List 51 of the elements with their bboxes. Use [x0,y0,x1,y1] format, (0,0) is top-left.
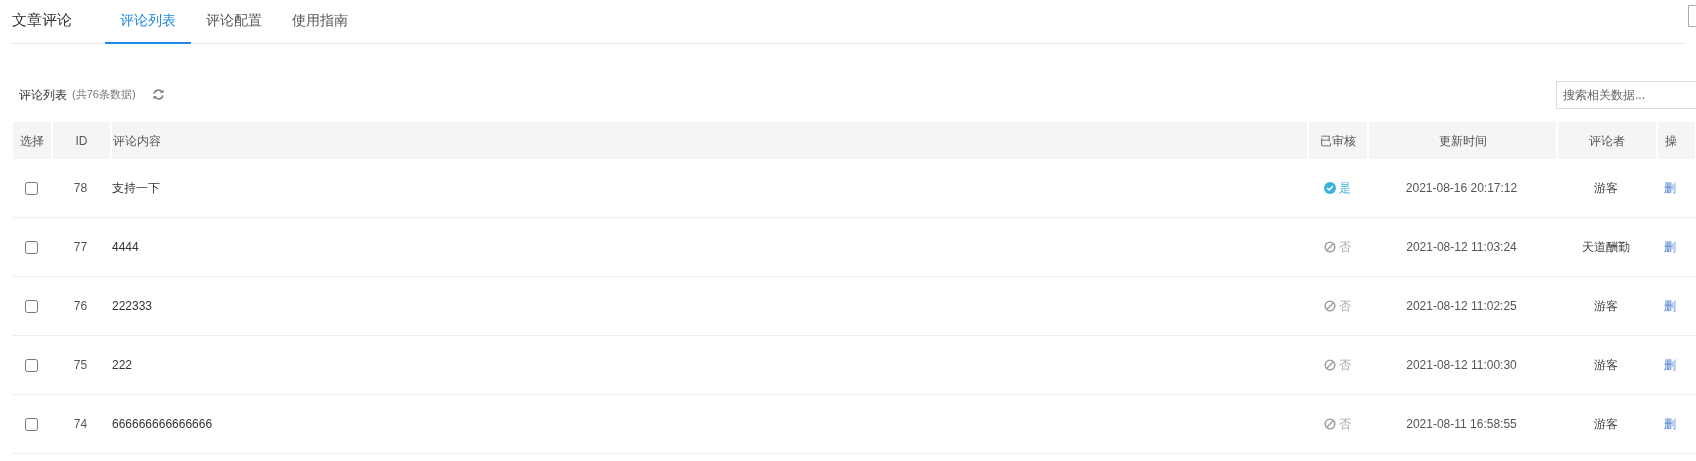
table-cell-text: 76 [73,298,88,315]
approval-status: 否 [1338,357,1351,374]
table-cell-text: 75 [73,357,88,374]
approval-status: 是 [1338,180,1351,197]
row-checkbox[interactable] [24,358,38,372]
table-cell-text: 78 [73,180,88,197]
delete-link[interactable]: 删 [1664,356,1676,374]
record-count: (共76条数据) [72,87,136,103]
approval-status: 否 [1338,239,1351,256]
table-cell-text: 2021-08-12 11:00:30 [1406,357,1517,374]
table-cell-text: 游客 [1594,180,1618,197]
table-cell-text: 74 [73,416,88,433]
table-cell-text: 666666666666666 [112,416,213,433]
list-title: 评论列表 [19,86,67,104]
delete-link[interactable]: 删 [1664,415,1676,433]
row-checkbox[interactable] [24,417,38,431]
row-checkbox[interactable] [24,299,38,313]
table-cell-text: 游客 [1594,357,1618,374]
column-header: 已审核 [1309,122,1367,159]
page-title: 文章评论 [12,9,72,30]
column-header: ID [53,122,110,159]
table-cell-text: 2021-08-12 11:03:24 [1406,239,1517,256]
table-cell-text: 222 [112,357,133,374]
column-header: 操 [1658,122,1695,159]
table-cell-text: 4444 [112,239,139,256]
table-cell-text: 支持一下 [112,180,160,197]
table-cell-text: 77 [73,239,88,256]
column-header: 更新时间 [1369,122,1556,159]
table-cell-text: 游客 [1594,298,1618,315]
column-header: 评论者 [1558,122,1656,159]
delete-link[interactable]: 删 [1664,238,1676,256]
tab[interactable]: 评论列表 [105,10,191,44]
tab[interactable]: 使用指南 [277,10,363,44]
row-checkbox[interactable] [24,240,38,254]
delete-link[interactable]: 删 [1664,179,1676,197]
approval-status: 否 [1338,416,1351,433]
row-checkbox[interactable] [24,181,38,195]
table-cell-text: 天道酬勤 [1582,239,1630,256]
approval-status: 否 [1338,298,1351,315]
table-cell-text: 游客 [1594,416,1618,433]
table-cell-text: 2021-08-16 20:17:12 [1405,180,1518,197]
table-cell-text: 2021-08-12 11:02:25 [1406,298,1517,315]
tab[interactable]: 评论配置 [191,10,277,44]
search-field[interactable]: 搜索相关数据... [1556,80,1696,109]
delete-link[interactable]: 删 [1664,297,1676,315]
table-cell-text: 222333 [112,298,153,315]
refresh-icon[interactable] [151,88,165,101]
column-header: 评论内容 [112,122,1307,159]
column-header: 选择 [13,122,51,159]
window-button[interactable] [1688,5,1696,27]
table-cell-text: 2021-08-11 16:58:55 [1406,416,1517,433]
